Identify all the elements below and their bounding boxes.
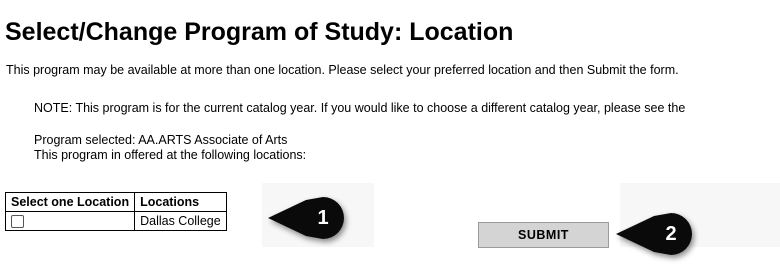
callout-number: 2 xyxy=(665,223,677,245)
column-header-locations: Locations xyxy=(134,192,227,212)
intro-text: This program may be available at more th… xyxy=(6,63,679,77)
callout-marker-2: 2 xyxy=(616,213,692,255)
table-row: Dallas College xyxy=(4,211,227,231)
table-header-row: Select one Location Locations xyxy=(4,192,227,212)
catalog-note: NOTE: This program is for the current ca… xyxy=(34,101,686,115)
offered-at-text: This program in offered at the following… xyxy=(34,148,307,162)
submit-button[interactable]: SUBMIT xyxy=(478,222,609,248)
location-name: Dallas College xyxy=(134,211,227,231)
program-info: Program selected: AA.ARTS Associate of A… xyxy=(34,133,306,163)
location-table: Select one Location Locations Dallas Col… xyxy=(4,192,227,231)
location-checkbox[interactable] xyxy=(11,215,24,229)
callout-marker-1: 1 xyxy=(268,197,344,239)
location-select-cell xyxy=(4,211,136,231)
page-title: Select/Change Program of Study: Location xyxy=(5,18,514,46)
column-header-select: Select one Location xyxy=(4,192,136,212)
program-selected: Program selected: AA.ARTS Associate of A… xyxy=(34,133,288,147)
callout-number: 1 xyxy=(317,207,329,229)
